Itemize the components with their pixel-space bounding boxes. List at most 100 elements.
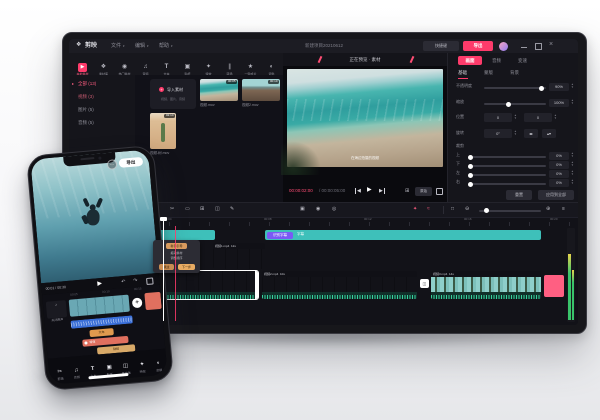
ribbon-tab-sticker[interactable]: ▣ 贴纸 bbox=[177, 55, 198, 77]
ribbon-tab-audio[interactable]: ♫ 音频 bbox=[135, 55, 156, 77]
media-thumb-rocks[interactable]: 00:10 bbox=[242, 79, 280, 101]
subtab-basic[interactable]: 基础 bbox=[458, 70, 467, 75]
fit-timeline-icon[interactable]: □ bbox=[451, 206, 454, 212]
phone-tool-filter[interactable]: ◐ 滤镜 bbox=[150, 351, 168, 374]
ribbon-tab-local-media[interactable]: ▶ 本地素材 bbox=[72, 55, 93, 77]
slider-knob[interactable] bbox=[468, 155, 473, 160]
phone-tool-edit[interactable]: ✂ 剪辑 bbox=[51, 359, 69, 382]
delete-icon[interactable]: ▭ bbox=[185, 206, 190, 212]
prev-frame-icon[interactable]: ◀ bbox=[355, 188, 361, 194]
fullscreen-icon[interactable] bbox=[436, 188, 443, 195]
menu-help[interactable]: 帮助 bbox=[159, 43, 169, 49]
undo-icon[interactable]: ↶ bbox=[121, 279, 126, 285]
stepper-icon[interactable]: ▲▼ bbox=[571, 83, 574, 89]
tooltip-skip-button[interactable]: 跳过 bbox=[159, 264, 174, 270]
ratio-select[interactable]: 原始 bbox=[415, 187, 432, 196]
slider-knob[interactable] bbox=[539, 86, 544, 91]
opacity-value[interactable]: 90% bbox=[549, 83, 569, 91]
menu-file[interactable]: 文件 bbox=[111, 43, 121, 49]
main-clip-palms[interactable]: 视频3.mp4 14s bbox=[431, 271, 541, 299]
phone-play-icon[interactable]: ▶ bbox=[97, 280, 102, 288]
crop-right-value[interactable]: 0% bbox=[549, 179, 569, 187]
tab-speed[interactable]: 变速 bbox=[518, 58, 527, 63]
menu-edit[interactable]: 编辑 bbox=[135, 43, 145, 49]
link-icon[interactable]: ≈ bbox=[427, 206, 430, 212]
redo-icon[interactable]: ↷ bbox=[133, 278, 138, 284]
category-video[interactable]: 视频 (3) bbox=[78, 94, 94, 99]
pink-clip[interactable] bbox=[544, 275, 564, 297]
avatar[interactable] bbox=[499, 42, 508, 51]
tab-picture[interactable]: 画面 bbox=[458, 56, 482, 65]
subtitle-clip[interactable]: 识别字幕 字幕 bbox=[265, 230, 541, 240]
stepper-icon[interactable]: ▲▼ bbox=[571, 152, 574, 158]
crop-right-slider[interactable] bbox=[468, 183, 546, 185]
marker-icon[interactable]: ✎ bbox=[230, 206, 234, 212]
ribbon-tab-template[interactable]: ★ 一键成片 bbox=[240, 55, 261, 77]
phone-clip-coral[interactable] bbox=[144, 292, 161, 310]
ribbon-tab-effects[interactable]: ✦ 特效 bbox=[198, 55, 219, 77]
timeline-ruler[interactable] bbox=[149, 222, 578, 226]
shortcut-button[interactable]: 快捷键 bbox=[423, 41, 459, 51]
position-x-field[interactable]: 0 bbox=[484, 113, 512, 122]
crop-clip-icon[interactable]: ⊞ bbox=[200, 206, 204, 212]
freeze-frame-icon[interactable]: ▣ bbox=[300, 206, 305, 212]
phone-fullscreen-icon[interactable] bbox=[146, 277, 154, 285]
stepper-icon[interactable]: ▲▼ bbox=[514, 114, 517, 120]
crop-top-value[interactable]: 0% bbox=[549, 152, 569, 160]
record-audio-icon[interactable]: ◉ bbox=[316, 206, 320, 212]
mute-original-button[interactable]: ♪ 关闭原声 bbox=[46, 300, 67, 319]
zoom-in-icon[interactable]: ⊕ bbox=[546, 206, 550, 212]
phone-audio-clip[interactable] bbox=[70, 315, 132, 328]
category-all[interactable]: 全部 (13) bbox=[78, 81, 96, 86]
subtab-background[interactable]: 背景 bbox=[510, 70, 519, 75]
tooltip-next-button[interactable]: 下一步 bbox=[178, 264, 195, 270]
opacity-slider[interactable] bbox=[484, 87, 546, 89]
overlay-clip[interactable]: 视频1.mp4 12s bbox=[213, 243, 265, 269]
export-button[interactable]: 导出 bbox=[463, 41, 493, 51]
stepper-icon[interactable]: ▲▼ bbox=[571, 161, 574, 167]
media-thumb-beach[interactable]: 00:05 bbox=[200, 79, 238, 101]
slider-knob[interactable] bbox=[506, 102, 511, 107]
transition-button[interactable]: ◫ bbox=[420, 279, 429, 288]
flip-vertical-icon[interactable]: ▴▾ bbox=[542, 129, 556, 138]
crop-top-slider[interactable] bbox=[468, 156, 546, 158]
slider-knob[interactable] bbox=[468, 164, 473, 169]
crop-left-slider[interactable] bbox=[468, 174, 546, 176]
phone-tool-audio[interactable]: ♫ 音频 bbox=[67, 358, 85, 381]
subtab-mask[interactable]: 蒙版 bbox=[484, 70, 493, 75]
split-icon[interactable]: ✂ bbox=[170, 206, 174, 212]
phone-video[interactable] bbox=[30, 149, 158, 283]
preview-video[interactable]: 在海边拍摄的视频 bbox=[287, 69, 443, 167]
play-icon[interactable]: ▶ bbox=[367, 187, 372, 194]
main-clip-rocks[interactable]: 视频2.mp4 10s bbox=[262, 271, 417, 299]
category-audio[interactable]: 音频 (5) bbox=[78, 120, 94, 125]
phone-tool-effects[interactable]: ✦ 特效 bbox=[133, 352, 151, 375]
scale-slider[interactable] bbox=[484, 103, 546, 105]
magnet-icon[interactable]: ✦ bbox=[413, 206, 417, 212]
mirror-icon[interactable]: ◫ bbox=[215, 206, 220, 212]
next-frame-icon[interactable]: ▶ bbox=[379, 188, 385, 194]
ribbon-tab-color[interactable]: ◐ 调色 bbox=[261, 55, 282, 77]
media-thumb-cactus[interactable]: 02:14 bbox=[150, 113, 176, 149]
slider-knob[interactable] bbox=[468, 182, 473, 187]
ribbon-tab-transition[interactable]: ∥ 转场 bbox=[219, 55, 240, 77]
trim-handle-right[interactable] bbox=[255, 271, 258, 299]
playhead-line[interactable] bbox=[163, 217, 164, 321]
ribbon-tab-library[interactable]: ❖ 素材库 bbox=[93, 55, 114, 77]
tab-audio[interactable]: 音频 bbox=[492, 58, 501, 63]
import-tile[interactable]: + 导入素材 视频、图片、音频 bbox=[150, 79, 196, 109]
timeline-zoom-slider[interactable] bbox=[479, 210, 541, 212]
maximize-icon[interactable] bbox=[535, 43, 542, 50]
slider-knob[interactable] bbox=[468, 173, 473, 178]
track-list-icon[interactable]: ≡ bbox=[562, 206, 565, 212]
stepper-icon[interactable]: ▲▼ bbox=[571, 99, 574, 105]
stepper-icon[interactable]: ▲▼ bbox=[554, 114, 557, 120]
crop-icon[interactable]: ⊞ bbox=[405, 188, 409, 194]
stepper-icon[interactable]: ▲▼ bbox=[571, 170, 574, 176]
flip-horizontal-icon[interactable]: ◂▸ bbox=[524, 129, 538, 138]
ribbon-tab-text[interactable]: T 文本 bbox=[156, 55, 177, 77]
phone-text-clip[interactable]: 文本 bbox=[89, 328, 114, 337]
apply-all-button[interactable]: 应用到全部 bbox=[538, 190, 574, 200]
position-y-field[interactable]: 0 bbox=[524, 113, 552, 122]
scale-value[interactable]: 100% bbox=[549, 99, 569, 107]
